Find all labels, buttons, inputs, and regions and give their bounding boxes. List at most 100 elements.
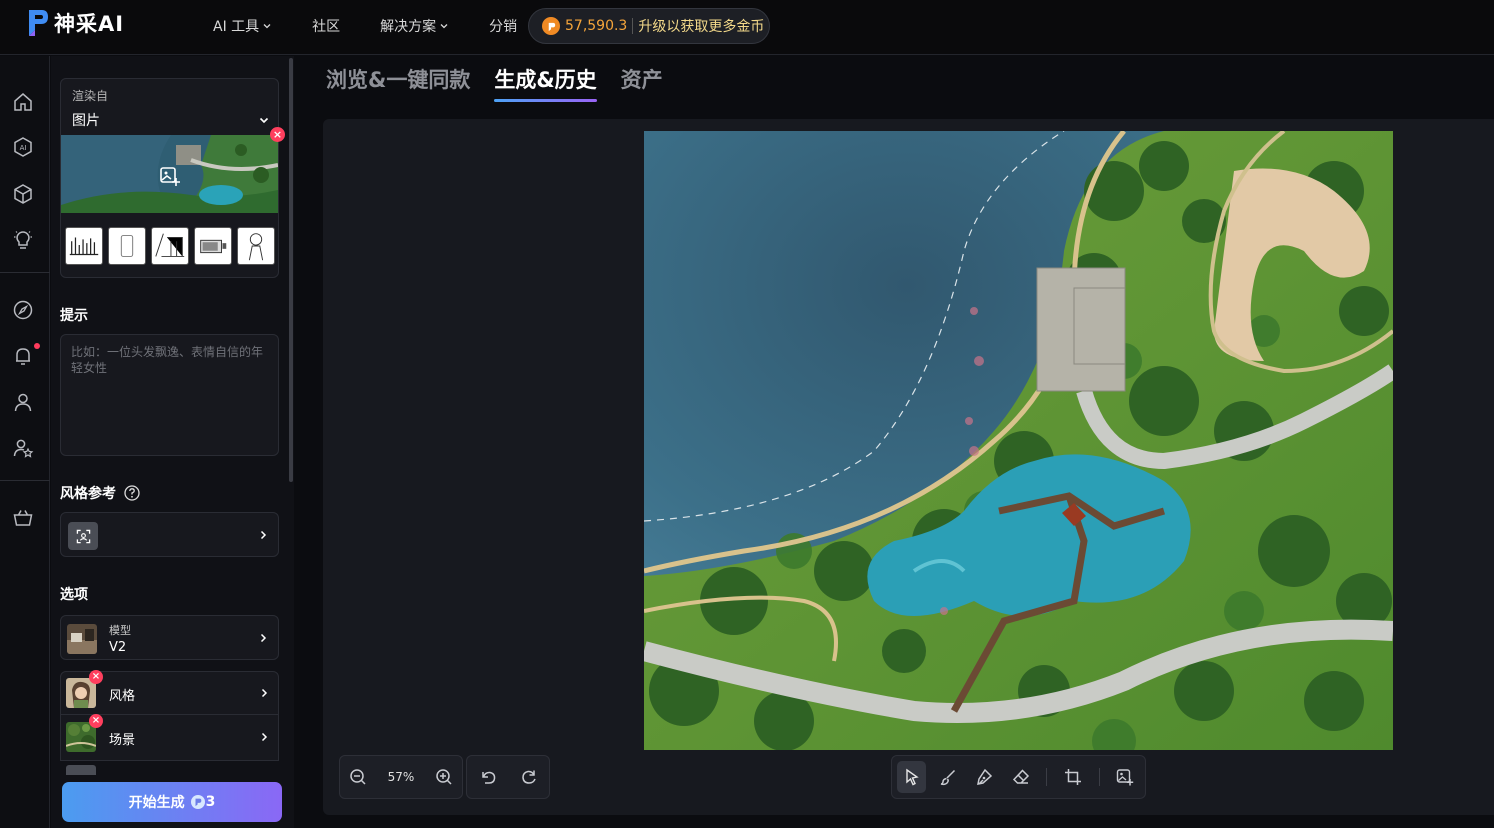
undo-icon	[481, 771, 495, 784]
tab-generate-history[interactable]: 生成&历史	[494, 64, 597, 102]
logo-mark-icon	[29, 10, 48, 36]
crop-icon	[1065, 769, 1082, 785]
sample-thumbnails	[65, 227, 275, 265]
divider	[0, 480, 50, 481]
panel-scrollbar[interactable]	[289, 58, 293, 482]
coin-icon	[190, 795, 205, 809]
scan-icon	[68, 522, 98, 550]
zoom-controls: 57%	[339, 755, 463, 799]
chevron-right-icon	[260, 633, 267, 643]
prompt-title: 提示	[60, 305, 88, 325]
bulb-icon[interactable]	[12, 229, 34, 251]
compass-icon[interactable]	[12, 299, 34, 321]
undo-button[interactable]	[472, 761, 504, 793]
add-image-icon	[160, 167, 180, 186]
zoom-in-icon	[436, 769, 452, 785]
divider	[0, 272, 50, 273]
remove-scene-button[interactable]: ×	[89, 714, 103, 728]
nav-label: 分销	[489, 19, 518, 35]
left-rail: AI	[0, 56, 50, 828]
logo[interactable]: 神采AI	[26, 8, 124, 38]
crop-tool-button[interactable]	[1058, 761, 1087, 793]
zoom-in-button[interactable]	[428, 761, 460, 793]
svg-text:AI: AI	[20, 144, 27, 152]
model-label: 模型	[109, 624, 131, 637]
redo-icon	[521, 770, 536, 784]
chevron-right-icon	[261, 688, 268, 698]
sample-thumbnail[interactable]	[237, 227, 275, 265]
edit-tools	[891, 755, 1146, 799]
style-ref-title: 风格参考	[60, 483, 140, 503]
nav-solutions[interactable]: 解决方案	[380, 16, 449, 36]
notification-dot	[34, 343, 40, 349]
nav-ai-tools[interactable]: AI 工具	[213, 16, 272, 36]
history-controls	[466, 755, 550, 799]
generated-image[interactable]	[644, 131, 1393, 750]
prompt-input[interactable]	[61, 335, 278, 455]
nav-label: AI 工具	[213, 19, 260, 35]
nav-label: 社区	[312, 19, 341, 35]
pen-tool-button[interactable]	[970, 761, 999, 793]
tab-browse[interactable]: 浏览&一键同款	[326, 64, 470, 102]
home-icon[interactable]	[12, 91, 34, 113]
chevron-down-icon	[263, 24, 271, 29]
model-thumbnail	[67, 624, 97, 654]
brush-icon	[940, 769, 956, 786]
source-image-upload[interactable]	[61, 135, 278, 213]
upgrade-link[interactable]: 升级以获取更多金币	[638, 16, 764, 36]
next-option-thumbnail	[66, 765, 96, 775]
remove-style-button[interactable]: ×	[89, 670, 103, 684]
chevron-right-icon	[261, 732, 268, 742]
add-image-icon	[1117, 769, 1134, 786]
render-source-value: 图片	[72, 113, 100, 129]
chevron-right-icon	[260, 530, 267, 540]
eraser-tool-button[interactable]	[1006, 761, 1035, 793]
user-star-icon[interactable]	[12, 437, 34, 459]
coin-balance-button[interactable]: 57,590.3 升级以获取更多金币	[528, 8, 770, 44]
sample-thumbnail[interactable]	[194, 227, 232, 265]
divider	[1098, 768, 1100, 786]
options-title: 选项	[60, 584, 88, 604]
ai-icon[interactable]: AI	[12, 136, 34, 158]
select-tool-button[interactable]	[897, 761, 927, 793]
sample-thumbnail[interactable]	[65, 227, 103, 265]
cursor-icon	[905, 768, 919, 786]
coin-icon	[542, 17, 560, 35]
generate-cost: 3	[190, 794, 215, 810]
divider	[1046, 768, 1048, 786]
zoom-level: 57%	[387, 770, 415, 784]
remove-image-button[interactable]: ×	[270, 127, 285, 142]
user-icon[interactable]	[12, 391, 34, 413]
nav-label: 解决方案	[380, 19, 437, 35]
style-reference-button[interactable]	[60, 512, 279, 557]
model-option-button[interactable]: 模型 V2	[60, 615, 279, 660]
style-label: 风格	[109, 689, 136, 704]
section-label: 提示	[60, 308, 88, 324]
help-icon[interactable]	[124, 485, 140, 501]
basket-icon[interactable]	[12, 507, 34, 529]
pen-icon	[977, 768, 993, 785]
cube-icon[interactable]	[12, 183, 34, 205]
redo-button[interactable]	[513, 761, 545, 793]
bell-icon[interactable]	[12, 345, 34, 367]
coin-value: 57,590.3	[565, 18, 628, 34]
render-source-card: 渲染自 图片	[60, 78, 279, 278]
divider	[632, 18, 634, 34]
top-bar: 神采AI AI 工具 社区 解决方案 分销 57,590.3 升级以获取更多金币	[0, 0, 1494, 55]
tab-assets[interactable]: 资产	[621, 64, 663, 102]
generate-button[interactable]: 开始生成 3	[62, 782, 282, 822]
sample-thumbnail[interactable]	[108, 227, 146, 265]
main-tabs: 浏览&一键同款 生成&历史 资产	[326, 64, 663, 102]
zoom-out-button[interactable]	[342, 761, 374, 793]
nav-community[interactable]: 社区	[312, 16, 340, 36]
add-image-tool-button[interactable]	[1111, 761, 1140, 793]
brush-tool-button[interactable]	[933, 761, 962, 793]
section-label: 选项	[60, 587, 88, 603]
landscape-plan-render	[644, 131, 1393, 750]
sample-thumbnail[interactable]	[151, 227, 189, 265]
nav-distribution[interactable]: 分销	[489, 16, 517, 36]
chevron-down-icon	[259, 117, 269, 124]
section-label: 风格参考	[60, 486, 116, 502]
brand-name: 神采AI	[54, 12, 125, 36]
render-source-select[interactable]: 图片	[72, 110, 270, 130]
